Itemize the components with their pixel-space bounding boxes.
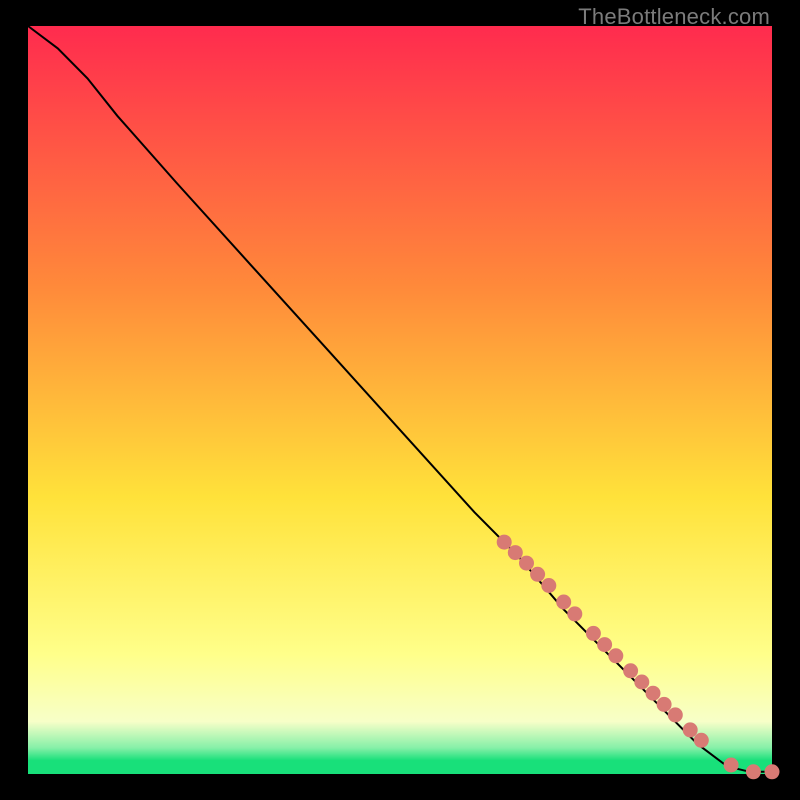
marker-dot	[646, 686, 661, 701]
marker-dot	[608, 648, 623, 663]
marker-dot	[519, 556, 534, 571]
marker-dot	[724, 758, 739, 773]
marker-dot	[694, 733, 709, 748]
chart-svg	[28, 26, 772, 774]
marker-dot	[765, 764, 780, 779]
marker-dot	[657, 697, 672, 712]
marker-dot	[586, 626, 601, 641]
marker-dot	[567, 606, 582, 621]
marker-dot	[556, 595, 571, 610]
marker-dot	[597, 637, 612, 652]
marker-dot	[668, 707, 683, 722]
marker-dot	[497, 535, 512, 550]
curve-line	[28, 26, 772, 772]
marker-dot	[623, 663, 638, 678]
marker-dot	[683, 722, 698, 737]
marker-dot	[508, 545, 523, 560]
marker-dot	[746, 764, 761, 779]
marker-group	[497, 535, 780, 780]
marker-dot	[530, 567, 545, 582]
marker-dot	[634, 675, 649, 690]
marker-dot	[541, 578, 556, 593]
